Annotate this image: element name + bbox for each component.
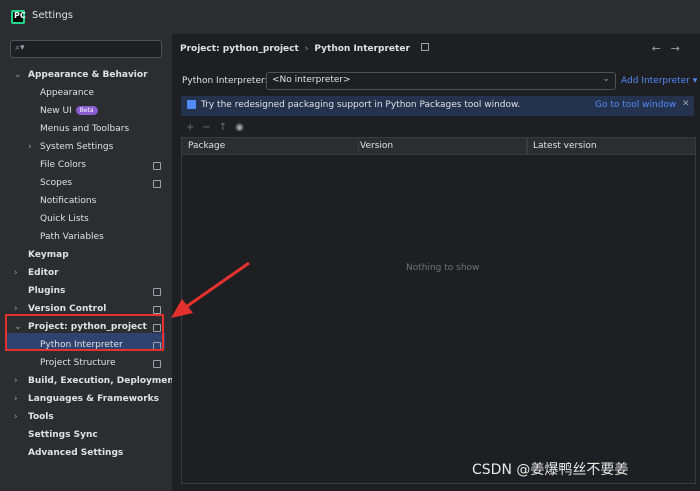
annotation-arrow [171,261,250,318]
watermark: CSDN @姜爆鸭丝不要姜 [472,462,629,478]
